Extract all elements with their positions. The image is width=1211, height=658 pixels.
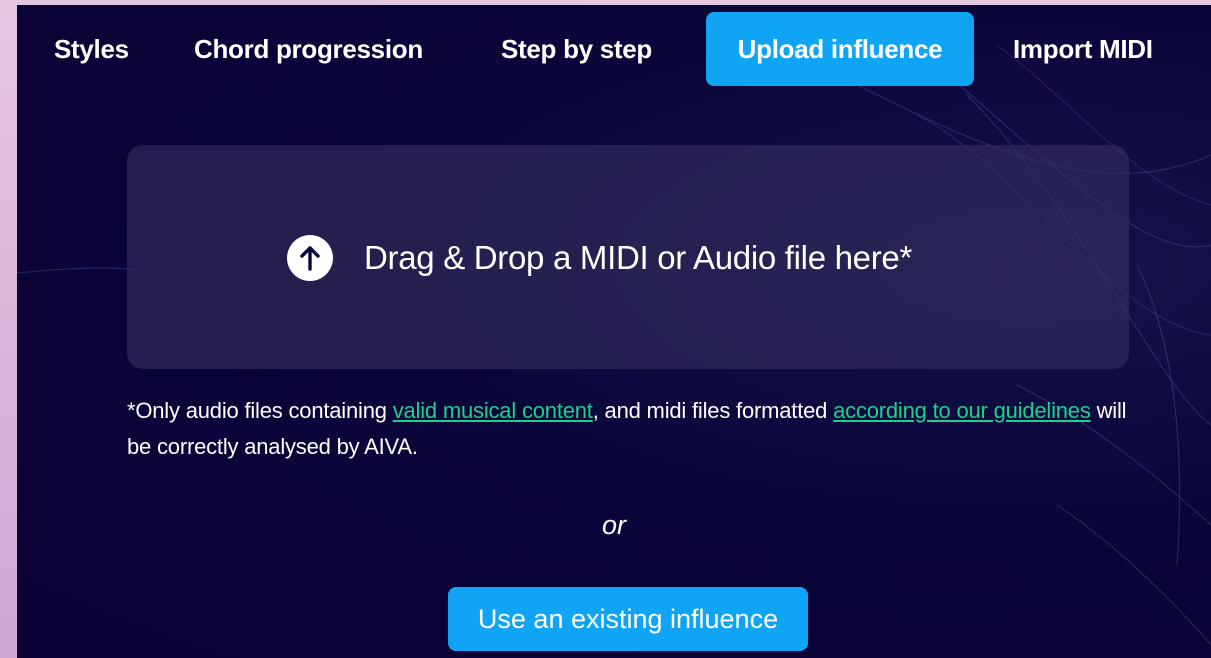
file-dropzone[interactable]: Drag & Drop a MIDI or Audio file here* [127,145,1129,369]
or-separator: or [601,510,626,540]
upload-disclaimer: *Only audio files containing valid music… [127,393,1127,465]
tab-bar: Styles Chord progression Step by step Up… [17,12,1211,86]
disclaimer-text-part1: *Only audio files containing [127,398,393,423]
tab-step-by-step[interactable]: Step by step [501,12,652,86]
disclaimer-text-part2: , and midi files formatted [592,398,834,423]
valid-musical-content-link[interactable]: valid musical content [393,398,593,423]
tab-import-midi[interactable]: Import MIDI [1013,12,1153,86]
arrow-up-circle-icon [287,235,333,281]
use-existing-influence-button[interactable]: Use an existing influence [448,587,808,651]
upload-influence-panel: Styles Chord progression Step by step Up… [17,5,1211,658]
guidelines-link[interactable]: according to our guidelines [833,398,1091,423]
tab-chord-progression[interactable]: Chord progression [194,12,423,86]
dropzone-label: Drag & Drop a MIDI or Audio file here* [364,239,913,276]
tab-styles[interactable]: Styles [54,12,129,86]
tab-upload-influence[interactable]: Upload influence [706,12,974,86]
